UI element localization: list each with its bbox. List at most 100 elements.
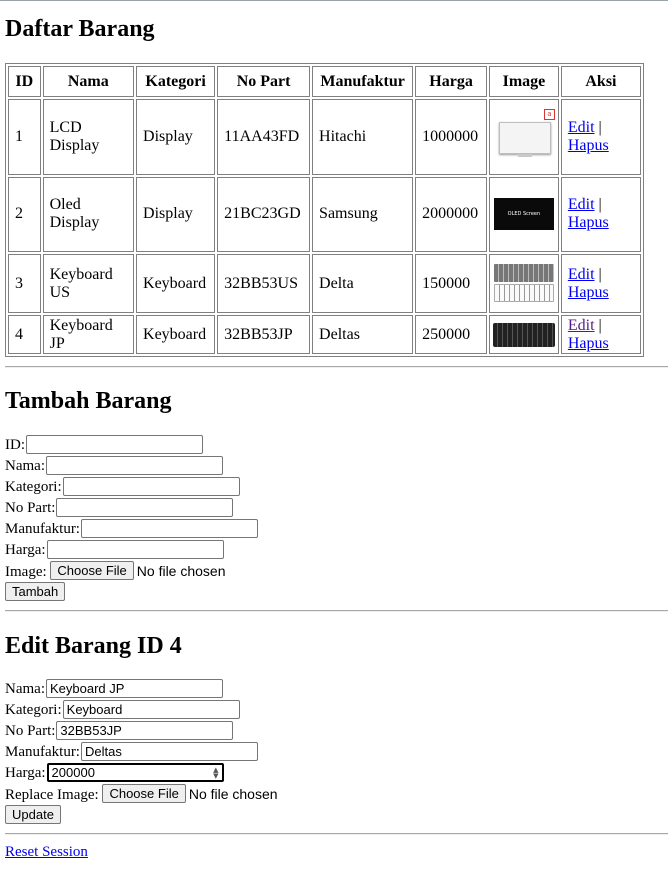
cell-no-part: 21BC23GD: [217, 176, 311, 253]
hapus-link[interactable]: Hapus: [568, 284, 609, 301]
cell-no-part: 32BB53JP: [217, 315, 311, 354]
choose-file-button[interactable]: Choose File: [50, 561, 134, 580]
edit-kategori-row: Kategori:: [5, 700, 240, 721]
edit-nama-label: Nama:: [5, 681, 45, 697]
edit-heading: Edit Barang ID 4: [5, 633, 182, 659]
add-id-input[interactable]: [26, 435, 203, 454]
action-separator: |: [598, 265, 602, 283]
cell-kategori: Keyboard: [136, 315, 216, 354]
add-no-part-input[interactable]: [56, 498, 234, 517]
number-spinner-icon[interactable]: ▲ ▼: [213, 767, 218, 780]
edit-no-part-label: No Part:: [5, 723, 56, 739]
replace-choose-file-button[interactable]: Choose File: [102, 784, 186, 803]
reset-session-link[interactable]: Reset Session: [5, 844, 88, 861]
hapus-link[interactable]: Hapus: [568, 214, 609, 231]
edit-link[interactable]: Edit: [568, 119, 595, 136]
edit-no-part-row: No Part:: [5, 721, 234, 742]
edit-no-file-text: No file chosen: [188, 786, 278, 802]
action-separator: |: [598, 118, 602, 136]
edit-submit-row: Update: [5, 805, 61, 826]
add-kategori-label: Kategori:: [5, 479, 62, 495]
edit-image-label: Replace Image:: [5, 787, 99, 803]
divider: [5, 366, 668, 368]
divider: [5, 833, 668, 835]
keyboard-us-image: [493, 263, 555, 304]
edit-image-row: Replace Image: Choose File No file chosen: [5, 784, 278, 805]
list-heading: Daftar Barang: [5, 16, 155, 42]
edit-manufaktur-input[interactable]: [80, 742, 258, 761]
table-row: 2 Oled Display Display 21BC23GD Samsung …: [8, 176, 641, 253]
cell-harga: 1000000: [415, 99, 488, 175]
add-heading: Tambah Barang: [5, 388, 172, 414]
col-header-id: ID: [8, 66, 41, 97]
add-manufaktur-input[interactable]: [80, 519, 258, 538]
add-submit-row: Tambah: [5, 582, 66, 603]
no-file-text: No file chosen: [136, 563, 226, 579]
col-header-aksi: Aksi: [560, 66, 641, 97]
edit-kategori-input[interactable]: [62, 700, 240, 719]
items-table: ID Nama Kategori No Part Manufaktur Harg…: [5, 63, 644, 357]
tambah-button[interactable]: Tambah: [5, 582, 66, 601]
edit-nama-row: Nama:: [5, 679, 223, 700]
hapus-link[interactable]: Hapus: [568, 137, 609, 154]
add-kategori-row: Kategori:: [5, 477, 240, 498]
cell-harga: 2000000: [415, 176, 488, 253]
action-separator: |: [598, 316, 602, 334]
table-row: 4 Keyboard JP Keyboard 32BB53JP Deltas 2…: [8, 315, 641, 354]
cell-harga: 250000: [415, 315, 488, 354]
add-nama-label: Nama:: [5, 458, 45, 474]
cell-nama: Keyboard JP: [42, 315, 135, 354]
edit-link[interactable]: Edit: [568, 266, 595, 283]
col-header-harga: Harga: [415, 66, 488, 97]
col-header-image: Image: [489, 66, 559, 97]
lcd-panel-image: a: [493, 108, 555, 157]
keyboard-jp-image: [492, 317, 555, 353]
edit-harga-input[interactable]: [46, 763, 224, 782]
cell-id: 2: [8, 176, 41, 253]
cell-aksi: Edit | Hapus: [560, 99, 641, 175]
add-harga-input[interactable]: [46, 540, 224, 559]
oled-screen-image: OLED Screen: [493, 196, 555, 232]
cell-kategori: Display: [136, 176, 216, 253]
edit-manufaktur-row: Manufaktur:: [5, 742, 258, 763]
edit-link[interactable]: Edit: [568, 196, 595, 213]
cell-image: a: [489, 99, 559, 175]
cell-harga: 150000: [415, 254, 488, 314]
image-badge-icon: a: [543, 108, 555, 120]
edit-harga-label: Harga:: [5, 765, 46, 781]
cell-image: OLED Screen: [489, 176, 559, 253]
cell-id: 3: [8, 254, 41, 314]
update-button[interactable]: Update: [5, 805, 61, 824]
cell-kategori: Display: [136, 99, 216, 175]
add-nama-input[interactable]: [45, 456, 223, 475]
edit-manufaktur-label: Manufaktur:: [5, 744, 80, 760]
add-nama-row: Nama:: [5, 456, 223, 477]
add-harga-label: Harga:: [5, 542, 46, 558]
cell-image: [489, 254, 559, 314]
cell-id: 4: [8, 315, 41, 354]
add-no-part-label: No Part:: [5, 500, 56, 516]
cell-kategori: Keyboard: [136, 254, 216, 314]
edit-link[interactable]: Edit: [568, 317, 595, 334]
cell-manufaktur: Samsung: [312, 176, 414, 253]
col-header-no-part: No Part: [217, 66, 311, 97]
add-id-row: ID:: [5, 435, 203, 456]
add-kategori-input[interactable]: [62, 477, 240, 496]
add-image-row: Image: Choose File No file chosen: [5, 561, 226, 582]
cell-no-part: 11AA43FD: [217, 99, 311, 175]
cell-nama: Keyboard US: [42, 254, 135, 314]
cell-manufaktur: Delta: [312, 254, 414, 314]
col-header-kategori: Kategori: [136, 66, 216, 97]
edit-harga-row: Harga: ▲▼: [5, 763, 224, 784]
table-row: 1 LCD Display Display 11AA43FD Hitachi 1…: [8, 99, 641, 175]
edit-no-part-input[interactable]: [56, 721, 234, 740]
cell-nama: Oled Display: [42, 176, 135, 253]
cell-aksi: Edit | Hapus: [560, 176, 641, 253]
top-border: [0, 0, 668, 1]
oled-caption: OLED Screen: [493, 198, 554, 231]
hapus-link[interactable]: Hapus: [568, 335, 609, 352]
action-separator: |: [598, 196, 602, 214]
cell-aksi: Edit | Hapus: [560, 254, 641, 314]
edit-nama-input[interactable]: [45, 679, 223, 698]
col-header-nama: Nama: [42, 66, 135, 97]
